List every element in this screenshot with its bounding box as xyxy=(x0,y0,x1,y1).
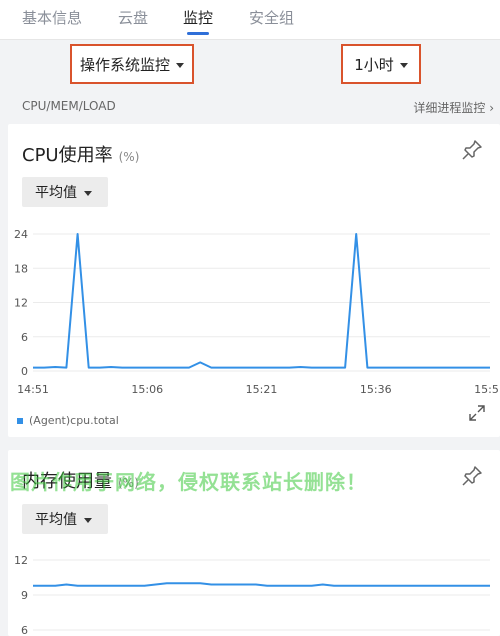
pin-icon[interactable] xyxy=(460,138,484,162)
monitor-type-value: 操作系统监控 xyxy=(79,55,170,74)
tab-monitoring[interactable]: 监控 xyxy=(183,7,213,28)
section-header: CPU/MEM/LOAD 详细进程监控 › xyxy=(0,92,500,122)
process-monitor-link-label: 详细进程监控 xyxy=(413,101,486,115)
time-range-dropdown[interactable]: 1小时 xyxy=(341,44,421,84)
chevron-right-icon: › xyxy=(489,101,494,115)
active-tab-indicator xyxy=(187,32,209,35)
chevron-down-icon xyxy=(399,62,408,68)
x-tick-label: 15:51 xyxy=(474,383,500,396)
y-tick-label: 12 xyxy=(14,554,28,567)
aggregate-dropdown[interactable]: 平均值 xyxy=(22,177,108,207)
legend-label: (Agent)cpu.total xyxy=(29,414,119,427)
aggregate-value: 平均值 xyxy=(35,185,77,201)
cpu-line-chart: 0 6 12 18 24 14:51 15:06 15:21 15:36 15:51 xyxy=(14,228,500,396)
section-label: CPU/MEM/LOAD xyxy=(22,99,116,113)
aggregate-dropdown[interactable]: 平均值 xyxy=(22,504,108,534)
y-tick-label: 24 xyxy=(14,228,28,241)
series-line xyxy=(33,233,490,369)
memory-line-chart: 6 9 12 xyxy=(14,554,490,636)
y-tick-label: 18 xyxy=(14,262,28,275)
x-tick-label: 15:21 xyxy=(246,383,278,396)
y-tick-label: 12 xyxy=(14,297,28,310)
cpu-unit: (%) xyxy=(118,150,140,164)
y-tick-label: 6 xyxy=(21,624,28,636)
x-tick-label: 15:36 xyxy=(360,383,392,396)
expand-icon[interactable] xyxy=(468,404,486,422)
chevron-down-icon xyxy=(176,62,184,68)
watermark-text: 图片作用于网络，侵权联系站长删除！ xyxy=(10,470,367,494)
y-tick-label: 9 xyxy=(21,589,28,602)
aggregate-value: 平均值 xyxy=(35,512,77,528)
card-title: CPU使用率 (%) xyxy=(22,141,139,167)
y-tick-label: 6 xyxy=(21,331,28,344)
y-tick-label: 0 xyxy=(21,365,28,378)
series-line xyxy=(33,582,490,587)
filter-bar: 操作系统监控 1小时 xyxy=(0,41,500,91)
cpu-title: CPU使用率 xyxy=(22,145,113,166)
chart-legend[interactable]: (Agent)cpu.total xyxy=(17,414,119,427)
tab-security-group[interactable]: 安全组 xyxy=(249,7,294,28)
chevron-down-icon xyxy=(84,190,92,196)
tab-basic-info[interactable]: 基本信息 xyxy=(22,7,82,28)
process-monitor-link[interactable]: 详细进程监控 › xyxy=(413,99,494,116)
pin-icon[interactable] xyxy=(460,464,484,488)
tab-cloud-disk[interactable]: 云盘 xyxy=(118,7,148,28)
top-tab-bar: 基本信息 云盘 监控 安全组 xyxy=(0,0,500,40)
cpu-usage-card: CPU使用率 (%) 平均值 0 6 12 18 24 14:51 15:06 15:21 15:… xyxy=(8,124,500,437)
x-tick-label: 14:51 xyxy=(17,383,49,396)
monitor-type-dropdown[interactable]: 操作系统监控 xyxy=(70,44,194,84)
chevron-down-icon xyxy=(84,517,92,523)
time-range-value: 1小时 xyxy=(354,55,394,74)
x-tick-label: 15:06 xyxy=(131,383,163,396)
legend-swatch xyxy=(17,417,23,424)
